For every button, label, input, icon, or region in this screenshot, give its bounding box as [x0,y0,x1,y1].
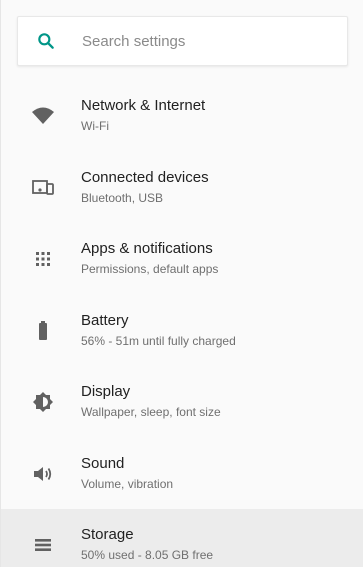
settings-item-title: Storage [81,526,134,543]
settings-item-display[interactable]: Display Wallpaper, sleep, font size [1,366,363,438]
settings-item-title: Battery [81,311,129,329]
volume-icon [31,462,55,486]
settings-item-title: Network & Internet [81,97,206,114]
settings-screen: Search settings Network & Internet Wi-Fi… [0,0,363,567]
settings-item-subtitle: Wi-Fi [81,119,109,133]
settings-item-connected-devices[interactable]: Connected devices Bluetooth, USB [1,151,363,223]
settings-item-battery[interactable]: Battery 56% - 51m until fully charged [1,294,363,366]
search-input[interactable]: Search settings [82,33,185,50]
settings-item-title: Display [81,383,131,400]
settings-item-subtitle: Wallpaper, sleep, font size [81,405,221,419]
devices-icon [31,176,55,200]
settings-item-subtitle: Volume, vibration [81,476,174,491]
settings-item-storage[interactable]: Storage 50% used - 8.05 GB free [1,509,363,567]
settings-item-subtitle: Bluetooth, USB [81,190,164,205]
settings-item-title: Apps & notifications [81,240,213,257]
settings-item-sound[interactable]: Sound Volume, vibration [1,437,363,509]
settings-item-network[interactable]: Network & Internet Wi-Fi [1,80,363,152]
settings-item-subtitle: Permissions, default apps [81,262,219,276]
brightness-icon [31,390,55,414]
settings-list: Network & Internet Wi-Fi Connected devic… [1,80,363,567]
wifi-icon [31,104,55,128]
storage-icon [31,533,55,557]
settings-item-title: Connected devices [81,168,209,186]
search-icon [38,33,54,49]
apps-grid-icon [31,247,55,271]
settings-item-title: Sound [81,454,125,472]
search-bar[interactable]: Search settings [17,16,348,66]
battery-icon [31,319,55,343]
settings-item-subtitle: 56% - 51m until fully charged [81,333,236,348]
settings-item-apps[interactable]: Apps & notifications Permissions, defaul… [1,223,363,295]
settings-item-subtitle: 50% used - 8.05 GB free [81,548,214,562]
